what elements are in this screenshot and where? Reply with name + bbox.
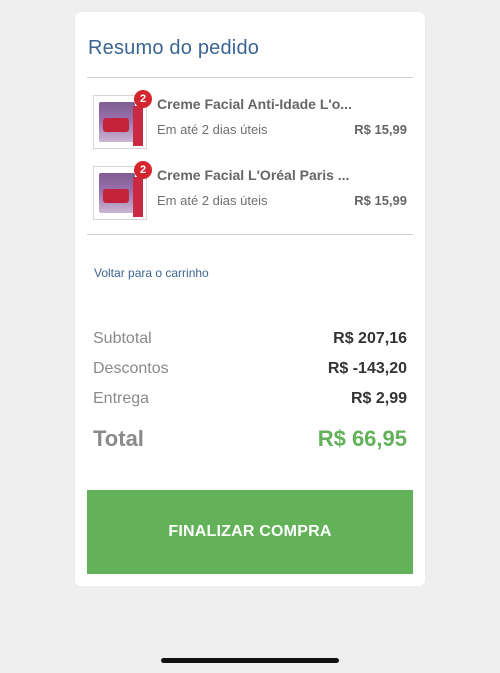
product-jar-icon bbox=[103, 118, 129, 132]
product-jar-icon bbox=[103, 189, 129, 203]
discounts-label: Descontos bbox=[93, 360, 169, 377]
item-name: Creme Facial Anti-Idade L'o... bbox=[157, 96, 352, 112]
item-delivery: Em até 2 dias úteis bbox=[157, 122, 268, 137]
discounts-row: Descontos R$ -143,20 bbox=[93, 360, 407, 378]
product-label-band bbox=[133, 177, 143, 217]
total-row: Total R$ 66,95 bbox=[93, 426, 407, 452]
order-item: 2 Creme Facial L'Oréal Paris ... Em até … bbox=[87, 161, 413, 223]
order-summary-card: Resumo do pedido 2 Creme Facial Anti-Ida… bbox=[75, 12, 425, 586]
quantity-badge: 2 bbox=[134, 161, 152, 179]
product-label-band bbox=[133, 106, 143, 146]
item-price: R$ 15,99 bbox=[354, 193, 407, 208]
item-price: R$ 15,99 bbox=[354, 122, 407, 137]
subtotal-value: R$ 207,16 bbox=[333, 330, 407, 347]
subtotal-row: Subtotal R$ 207,16 bbox=[93, 330, 407, 348]
home-indicator bbox=[161, 658, 339, 663]
divider bbox=[87, 234, 413, 235]
item-delivery: Em até 2 dias úteis bbox=[157, 193, 268, 208]
subtotal-label: Subtotal bbox=[93, 330, 152, 347]
back-to-cart-link[interactable]: Voltar para o carrinho bbox=[94, 266, 209, 280]
shipping-row: Entrega R$ 2,99 bbox=[93, 390, 407, 408]
order-summary-title: Resumo do pedido bbox=[88, 37, 260, 59]
shipping-label: Entrega bbox=[93, 390, 150, 407]
finalize-purchase-button[interactable]: FINALIZAR COMPRA bbox=[87, 490, 413, 574]
order-item: 2 Creme Facial Anti-Idade L'o... Em até … bbox=[87, 90, 413, 152]
discounts-value: R$ -143,20 bbox=[327, 360, 407, 377]
divider bbox=[87, 77, 413, 78]
item-name: Creme Facial L'Oréal Paris ... bbox=[157, 167, 350, 183]
total-label: Total bbox=[93, 426, 144, 451]
shipping-value: R$ 2,99 bbox=[350, 390, 407, 407]
quantity-badge: 2 bbox=[134, 90, 152, 108]
total-value: R$ 66,95 bbox=[317, 426, 407, 451]
